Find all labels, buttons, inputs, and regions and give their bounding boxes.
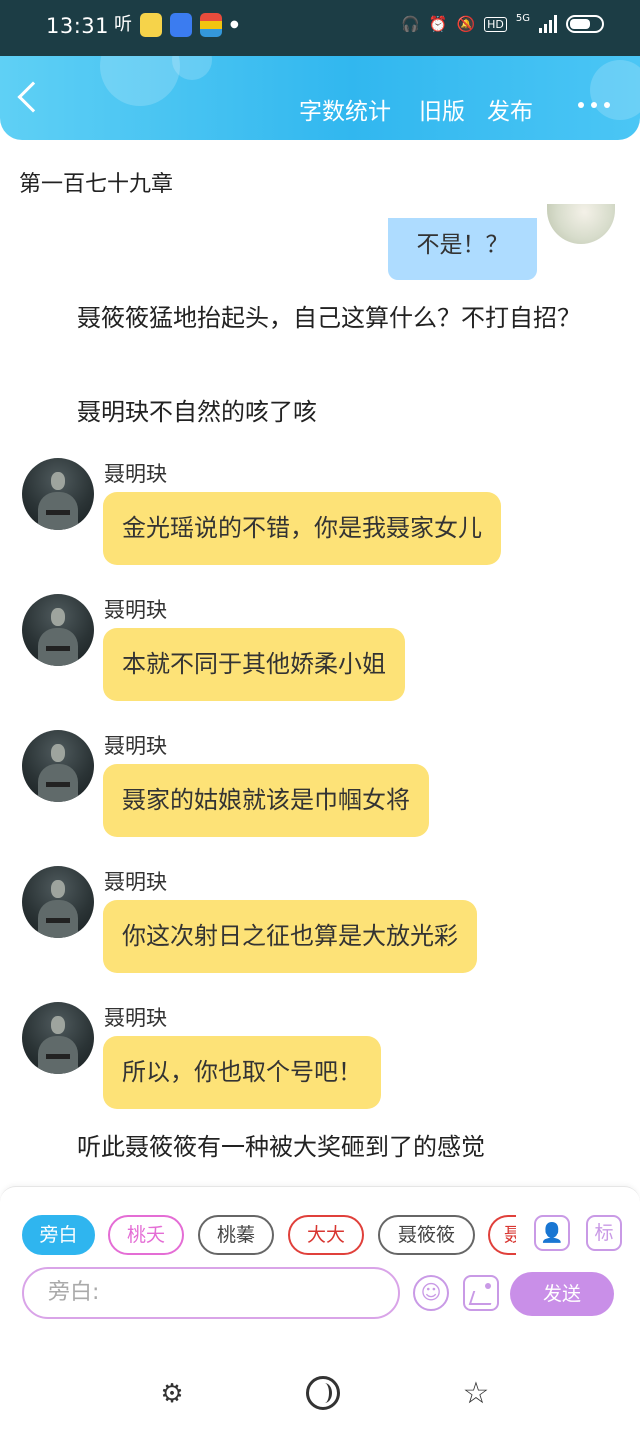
right-chat-bubble[interactable]: 不是！？ <box>388 218 537 280</box>
top-header: 字数统计 旧版 发布 <box>0 56 640 140</box>
gift-icon[interactable]: ⚙ <box>154 1376 190 1412</box>
right-avatar[interactable] <box>547 204 615 244</box>
ting-app-icon: 听 <box>114 14 132 35</box>
avatar[interactable] <box>22 1002 94 1074</box>
more-notifications-dot-icon: ● <box>230 19 239 30</box>
role-chip[interactable]: 桃蓁 <box>198 1215 274 1255</box>
narration-paragraph: 聂明玦不自然的咳了咳 <box>77 398 317 426</box>
chat-bubble[interactable]: 聂家的姑娘就该是巾帼女将 <box>103 764 429 837</box>
input-panel: 旁白 桃夭 桃蓁 大大 聂筱筱 聂 👤 标 旁白: ☺ 发送 <box>0 1186 640 1356</box>
header-decoration <box>100 56 180 106</box>
star-icon[interactable]: ☆ <box>458 1376 494 1412</box>
app-screen: 13:31 听 ● 🎧 ⏰ 🔕 HD 5G 字数统计 旧版 发布 第一百七十九章… <box>0 0 640 1433</box>
notification-app-icon <box>140 13 162 37</box>
chat-bubble[interactable]: 本就不同于其他娇柔小姐 <box>103 628 405 701</box>
role-manager-icon[interactable]: 👤 <box>534 1215 570 1251</box>
role-chip[interactable]: 大大 <box>288 1215 364 1255</box>
chat-message: 聂明玦 本就不同于其他娇柔小姐 <box>0 594 640 714</box>
hd-icon: HD <box>484 16 507 32</box>
chat-bubble[interactable]: 金光瑶说的不错，你是我聂家女儿 <box>103 492 501 565</box>
headphones-icon: 🎧 <box>401 15 420 33</box>
mute-icon: 🔕 <box>456 15 476 33</box>
sender-name: 聂明玦 <box>104 734 167 758</box>
sender-name: 聂明玦 <box>104 598 167 622</box>
baidu-app-icon <box>170 13 192 37</box>
more-dots-icon[interactable] <box>578 102 610 108</box>
chapter-title: 第一百七十九章 <box>19 172 174 197</box>
tag-button[interactable]: 标 <box>586 1215 622 1251</box>
chat-message: 聂明玦 所以，你也取个号吧！ <box>0 1002 640 1122</box>
publish-button[interactable]: 发布 <box>487 92 533 126</box>
status-time: 13:31 <box>46 14 110 38</box>
back-chevron-icon[interactable] <box>17 81 49 113</box>
chat-message: 聂明玦 金光瑶说的不错，你是我聂家女儿 <box>0 458 640 578</box>
status-right-icons: 🎧 ⏰ 🔕 HD 5G <box>401 12 604 33</box>
word-count-button[interactable]: 字数统计 <box>299 92 391 126</box>
role-chip[interactable]: 桃夭 <box>108 1215 184 1255</box>
old-version-button[interactable]: 旧版 <box>419 92 465 126</box>
theme-icon[interactable] <box>306 1376 340 1410</box>
status-bar: 13:31 听 ● 🎧 ⏰ 🔕 HD 5G <box>0 0 640 56</box>
message-input[interactable]: 旁白: <box>22 1267 400 1319</box>
narration-paragraph: 听此聂筱筱有一种被大奖砸到了的感觉 <box>77 1133 485 1161</box>
sender-name: 聂明玦 <box>104 1006 167 1030</box>
role-chip[interactable]: 聂 <box>488 1215 516 1255</box>
chat-bubble[interactable]: 所以，你也取个号吧！ <box>103 1036 381 1109</box>
emoji-icon[interactable]: ☺ <box>413 1275 449 1311</box>
battery-icon <box>566 15 604 33</box>
network-type: 5G <box>515 12 530 24</box>
sender-name: 聂明玦 <box>104 462 167 486</box>
avatar[interactable] <box>22 458 94 530</box>
alarm-icon: ⏰ <box>428 15 448 33</box>
role-chip[interactable]: 聂筱筱 <box>378 1215 475 1255</box>
avatar[interactable] <box>22 866 94 938</box>
signal-icon <box>539 15 557 33</box>
chat-message: 聂明玦 聂家的姑娘就该是巾帼女将 <box>0 730 640 850</box>
chat-bubble[interactable]: 你这次射日之征也算是大放光彩 <box>103 900 477 973</box>
chat-message: 聂明玦 你这次射日之征也算是大放光彩 <box>0 866 640 986</box>
bottom-toolbar: ⚙ ☆ <box>0 1356 640 1433</box>
wallet-app-icon <box>200 13 222 37</box>
status-app-icons: 听 ● <box>114 13 239 37</box>
avatar[interactable] <box>22 594 94 666</box>
image-icon[interactable] <box>463 1275 499 1311</box>
send-button[interactable]: 发送 <box>510 1272 614 1316</box>
header-decoration <box>590 60 640 120</box>
sender-name: 聂明玦 <box>104 870 167 894</box>
avatar[interactable] <box>22 730 94 802</box>
narration-paragraph: 聂筱筱猛地抬起头，自己这算什么？不打自招？ <box>77 304 581 332</box>
role-chip-narrator[interactable]: 旁白 <box>22 1215 95 1255</box>
